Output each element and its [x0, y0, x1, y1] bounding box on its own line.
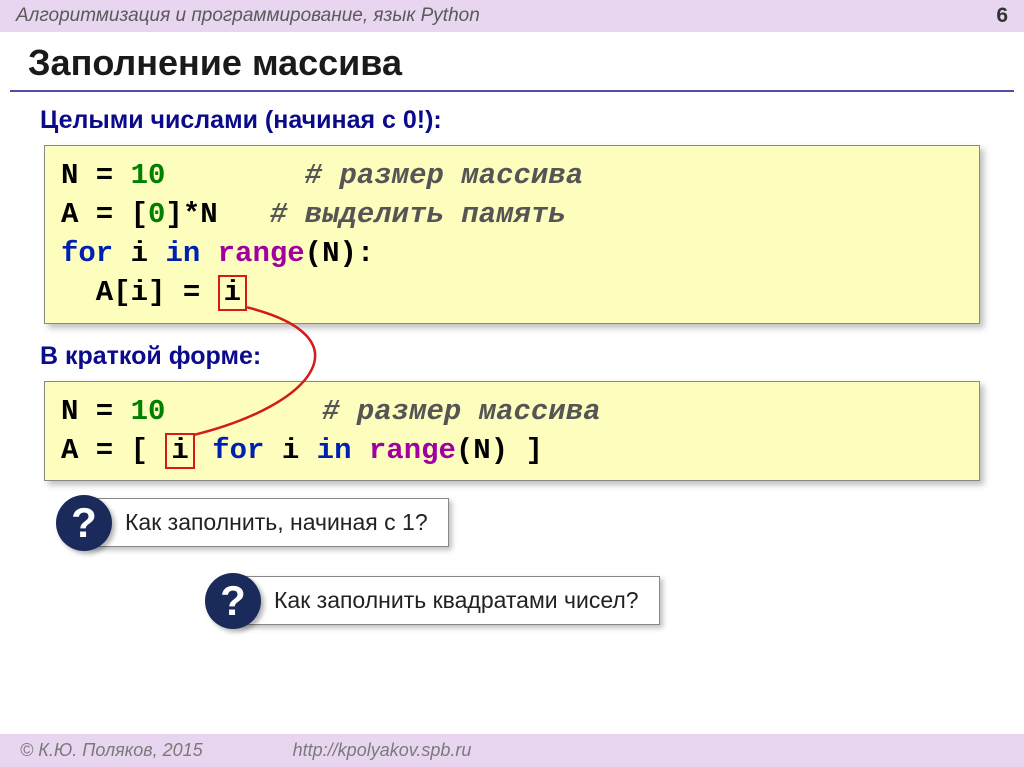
page-number: 6	[996, 4, 1008, 28]
subtitle-short-form: В краткой форме:	[0, 338, 1024, 375]
footer-url: http://kpolyakov.spb.ru	[293, 740, 472, 761]
slide-footer: © К.Ю. Поляков, 2015 http://kpolyakov.sp…	[0, 734, 1024, 767]
copyright: © К.Ю. Поляков, 2015	[20, 740, 203, 761]
highlighted-i-1: i	[218, 275, 247, 311]
header-title: Алгоритмизация и программирование, язык …	[16, 5, 480, 27]
slide-title: Заполнение массива	[0, 32, 1024, 90]
title-rule	[10, 90, 1014, 92]
subtitle-integers: Целыми числами (начиная с 0!):	[0, 102, 1024, 139]
highlighted-i-2: i	[165, 433, 194, 469]
question-icon: ?	[205, 573, 261, 629]
question-1-text: Как заполнить, начиная с 1?	[88, 498, 449, 547]
question-2-text: Как заполнить квадратами чисел?	[237, 576, 660, 625]
question-icon: ?	[56, 495, 112, 551]
code-block-2: N = 10 # размер массива A = [ i for i in…	[44, 381, 980, 481]
slide-header: Алгоритмизация и программирование, язык …	[0, 0, 1024, 32]
question-row-2: ? Как заполнить квадратами чисел?	[205, 573, 1024, 629]
code-block-1: N = 10 # размер массива A = [0]*N # выде…	[44, 145, 980, 324]
question-row-1: ? Как заполнить, начиная с 1?	[56, 495, 1024, 551]
